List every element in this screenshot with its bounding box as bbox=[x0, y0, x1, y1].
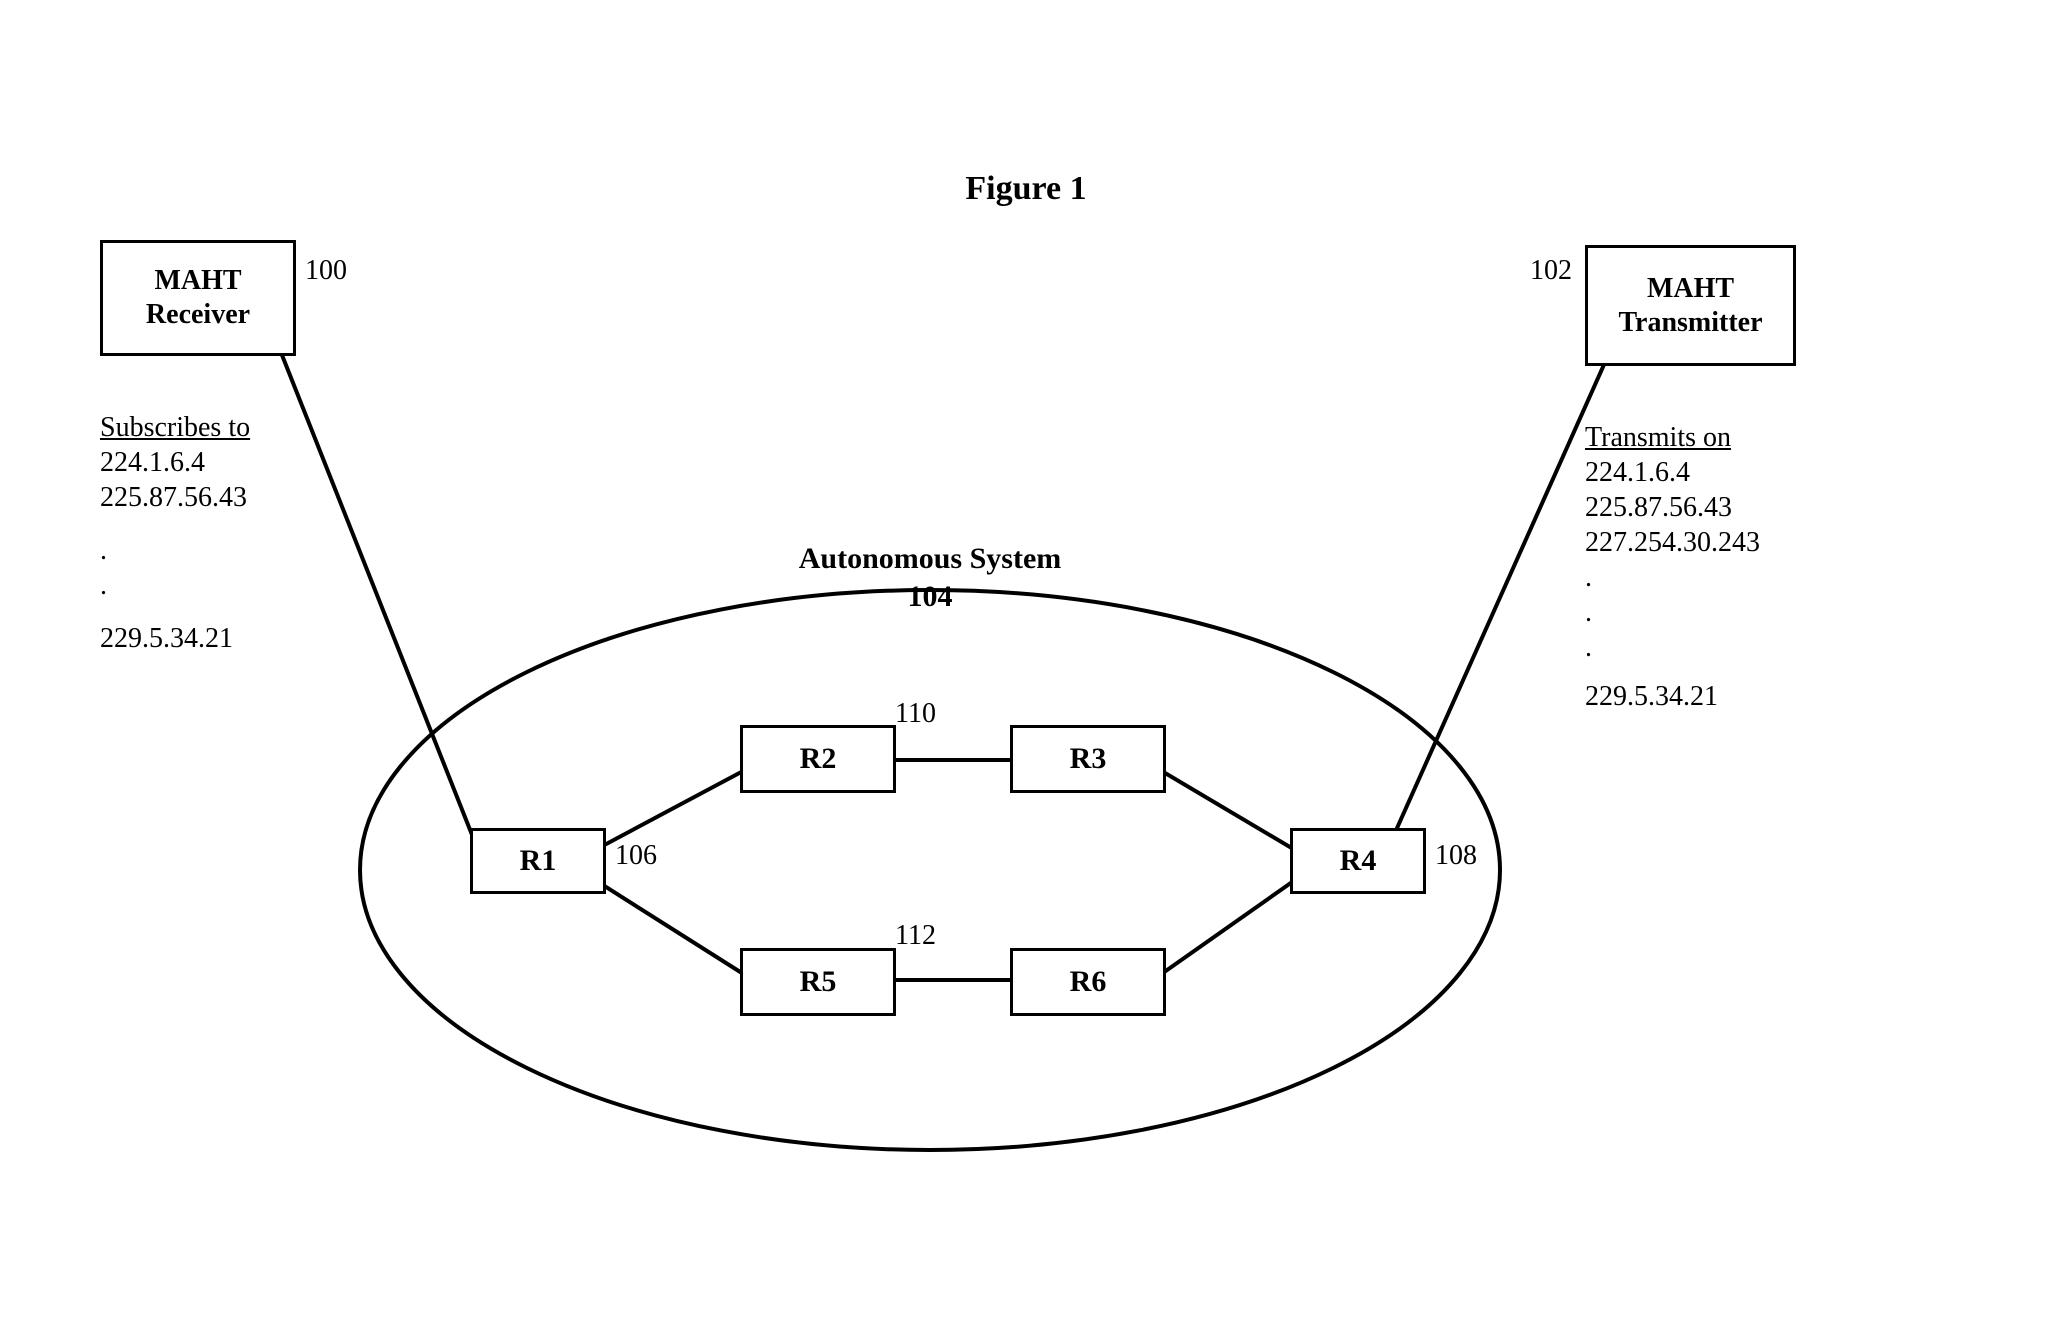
router-r1-ref: 106 bbox=[615, 840, 657, 872]
transmitter-node: MAHT Transmitter bbox=[1585, 245, 1796, 366]
router-r6: R6 bbox=[1010, 948, 1166, 1016]
transmitter-info-header: Transmits on bbox=[1585, 420, 1885, 455]
link-r1-r2 bbox=[595, 770, 745, 850]
router-r2-ref: 110 bbox=[895, 698, 936, 730]
receiver-node: MAHT Receiver bbox=[100, 240, 296, 356]
receiver-info: Subscribes to 224.1.6.4 225.87.56.43 . .… bbox=[100, 410, 360, 656]
router-r2: R2 bbox=[740, 725, 896, 793]
transmitter-info: Transmits on 224.1.6.4 225.87.56.43 227.… bbox=[1585, 420, 1885, 714]
transmitter-addr-tail: 229.5.34.21 bbox=[1585, 679, 1885, 714]
figure-title: Figure 1 bbox=[0, 170, 2052, 208]
router-r4: R4 bbox=[1290, 828, 1426, 894]
receiver-addr-0: 224.1.6.4 bbox=[100, 445, 360, 480]
router-r4-ref: 108 bbox=[1435, 840, 1477, 872]
transmitter-addr-1: 225.87.56.43 bbox=[1585, 490, 1885, 525]
receiver-addr-tail: 229.5.34.21 bbox=[100, 621, 360, 656]
transmitter-addr-2: 227.254.30.243 bbox=[1585, 525, 1885, 560]
receiver-ref: 100 bbox=[305, 255, 347, 287]
transmitter-addr-0: 224.1.6.4 bbox=[1585, 455, 1885, 490]
transmitter-ref: 102 bbox=[1530, 255, 1572, 287]
ellipsis-dot: . bbox=[1585, 560, 1885, 595]
ellipsis-dot: . bbox=[1585, 595, 1885, 630]
ellipsis-dot: . bbox=[1585, 630, 1885, 665]
ellipsis-dot: . bbox=[100, 533, 360, 568]
receiver-info-header: Subscribes to bbox=[100, 410, 360, 445]
router-r1: R1 bbox=[470, 828, 606, 894]
link-r3-r4 bbox=[1160, 770, 1295, 850]
link-transmitter-r4 bbox=[1385, 340, 1615, 855]
receiver-addr-1: 225.87.56.43 bbox=[100, 480, 360, 515]
as-label: Autonomous System 104 bbox=[730, 540, 1130, 615]
diagram-canvas: Figure 1 Autonomous System 104 MAHT Rece… bbox=[0, 0, 2052, 1318]
ellipsis-dot: . bbox=[100, 568, 360, 603]
as-label-text: Autonomous System bbox=[730, 540, 1130, 578]
router-r3: R3 bbox=[1010, 725, 1166, 793]
link-r6-r4 bbox=[1160, 880, 1295, 975]
link-r1-r5 bbox=[595, 880, 745, 975]
as-ref: 104 bbox=[730, 578, 1130, 616]
router-r5: R5 bbox=[740, 948, 896, 1016]
router-r5-ref: 112 bbox=[895, 920, 936, 952]
